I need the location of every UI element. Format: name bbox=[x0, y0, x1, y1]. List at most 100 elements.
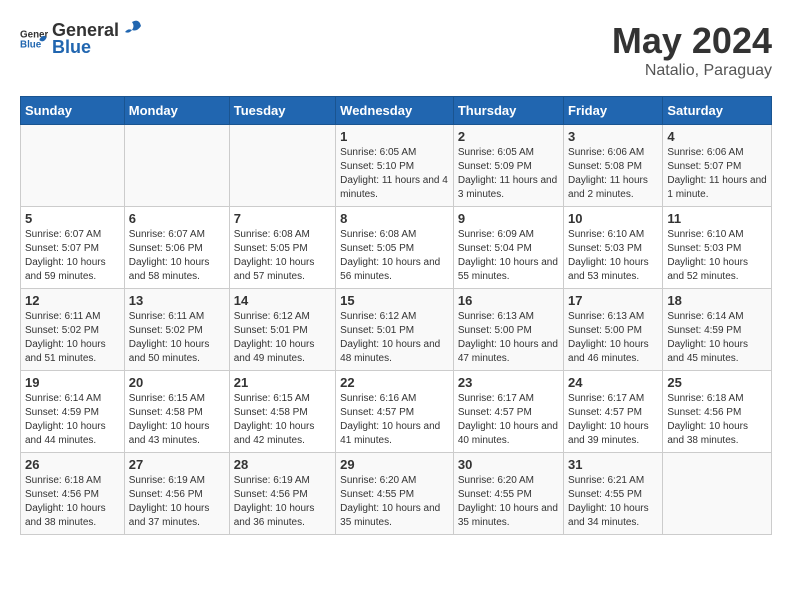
day-info: Sunrise: 6:07 AM Sunset: 5:07 PM Dayligh… bbox=[25, 228, 120, 284]
week-row-3: 12 Sunrise: 6:11 AM Sunset: 5:02 PM Dayli… bbox=[21, 289, 772, 371]
calendar-cell: 24Sunrise: 6:17 AM Sunset: 4:57 PM Dayli… bbox=[564, 371, 663, 453]
calendar-cell: 16 Sunrise: 6:13 AM Sunset: 5:00 PM Dayli… bbox=[453, 289, 563, 371]
day-info: Sunrise: 6:21 AM Sunset: 4:55 PM Dayligh… bbox=[568, 474, 658, 530]
day-number: 23 bbox=[458, 375, 559, 390]
day-number: 29 bbox=[340, 457, 449, 472]
day-info: Sunrise: 6:19 AM Sunset: 4:56 PM Dayligh… bbox=[129, 474, 225, 530]
day-info: Sunrise: 6:17 AM Sunset: 4:57 PM Dayligh… bbox=[568, 392, 658, 448]
day-info: Sunrise: 6:06 AM Sunset: 5:08 PM Dayligh… bbox=[568, 146, 658, 202]
calendar-cell: 29 Sunrise: 6:20 AM Sunset: 4:55 PM Dayli… bbox=[336, 453, 454, 535]
day-number: 17 bbox=[568, 293, 658, 308]
calendar-cell bbox=[663, 453, 772, 535]
calendar-cell: 4 Sunrise: 6:06 AM Sunset: 5:07 PM Daylig… bbox=[663, 125, 772, 207]
day-info: Sunrise: 6:20 AM Sunset: 4:55 PM Dayligh… bbox=[340, 474, 449, 530]
day-info: Sunrise: 6:10 AM Sunset: 5:03 PM Dayligh… bbox=[568, 228, 658, 284]
calendar-cell: 19 Sunrise: 6:14 AM Sunset: 4:59 PM Dayli… bbox=[21, 371, 125, 453]
day-number: 12 bbox=[25, 293, 120, 308]
day-info: Sunrise: 6:09 AM Sunset: 5:04 PM Dayligh… bbox=[458, 228, 559, 284]
day-number: 8 bbox=[340, 211, 449, 226]
calendar-cell: 14Sunrise: 6:12 AM Sunset: 5:01 PM Dayli… bbox=[229, 289, 335, 371]
day-info: Sunrise: 6:05 AM Sunset: 5:10 PM Dayligh… bbox=[340, 146, 449, 202]
calendar-cell: 13Sunrise: 6:11 AM Sunset: 5:02 PM Dayli… bbox=[124, 289, 229, 371]
day-info: Sunrise: 6:13 AM Sunset: 5:00 PM Dayligh… bbox=[568, 310, 658, 366]
day-header-saturday: Saturday bbox=[663, 97, 772, 125]
calendar-cell: 31 Sunrise: 6:21 AM Sunset: 4:55 PM Dayli… bbox=[564, 453, 663, 535]
calendar-cell: 11 Sunrise: 6:10 AM Sunset: 5:03 PM Dayli… bbox=[663, 207, 772, 289]
calendar-table: SundayMondayTuesdayWednesdayThursdayFrid… bbox=[20, 96, 772, 535]
svg-text:Blue: Blue bbox=[20, 39, 42, 50]
day-info: Sunrise: 6:18 AM Sunset: 4:56 PM Dayligh… bbox=[25, 474, 120, 530]
day-number: 11 bbox=[667, 211, 767, 226]
day-number: 28 bbox=[234, 457, 331, 472]
day-info: Sunrise: 6:12 AM Sunset: 5:01 PM Dayligh… bbox=[340, 310, 449, 366]
day-header-monday: Monday bbox=[124, 97, 229, 125]
day-number: 26 bbox=[25, 457, 120, 472]
day-info: Sunrise: 6:17 AM Sunset: 4:57 PM Dayligh… bbox=[458, 392, 559, 448]
day-number: 19 bbox=[25, 375, 120, 390]
day-number: 20 bbox=[129, 375, 225, 390]
day-number: 16 bbox=[458, 293, 559, 308]
calendar-cell: 1 Sunrise: 6:05 AM Sunset: 5:10 PM Daylig… bbox=[336, 125, 454, 207]
week-row-1: 1 Sunrise: 6:05 AM Sunset: 5:10 PM Daylig… bbox=[21, 125, 772, 207]
day-number: 31 bbox=[568, 457, 658, 472]
day-number: 18 bbox=[667, 293, 767, 308]
day-number: 30 bbox=[458, 457, 559, 472]
calendar-cell: 6 Sunrise: 6:07 AM Sunset: 5:06 PM Daylig… bbox=[124, 207, 229, 289]
day-number: 7 bbox=[234, 211, 331, 226]
day-info: Sunrise: 6:15 AM Sunset: 4:58 PM Dayligh… bbox=[234, 392, 331, 448]
day-number: 3 bbox=[568, 129, 658, 144]
day-info: Sunrise: 6:19 AM Sunset: 4:56 PM Dayligh… bbox=[234, 474, 331, 530]
calendar-cell: 2 Sunrise: 6:05 AM Sunset: 5:09 PM Daylig… bbox=[453, 125, 563, 207]
week-row-4: 19 Sunrise: 6:14 AM Sunset: 4:59 PM Dayli… bbox=[21, 371, 772, 453]
calendar-cell: 30 Sunrise: 6:20 AM Sunset: 4:55 PM Dayli… bbox=[453, 453, 563, 535]
day-info: Sunrise: 6:14 AM Sunset: 4:59 PM Dayligh… bbox=[667, 310, 767, 366]
day-info: Sunrise: 6:10 AM Sunset: 5:03 PM Dayligh… bbox=[667, 228, 767, 284]
day-info: Sunrise: 6:06 AM Sunset: 5:07 PM Dayligh… bbox=[667, 146, 767, 202]
day-info: Sunrise: 6:20 AM Sunset: 4:55 PM Dayligh… bbox=[458, 474, 559, 530]
day-info: Sunrise: 6:11 AM Sunset: 5:02 PM Dayligh… bbox=[25, 310, 120, 366]
calendar-cell: 26 Sunrise: 6:18 AM Sunset: 4:56 PM Dayli… bbox=[21, 453, 125, 535]
subtitle: Natalio, Paraguay bbox=[612, 62, 772, 80]
calendar-cell bbox=[21, 125, 125, 207]
day-number: 2 bbox=[458, 129, 559, 144]
day-number: 4 bbox=[667, 129, 767, 144]
day-header-sunday: Sunday bbox=[21, 97, 125, 125]
calendar-cell: 23 Sunrise: 6:17 AM Sunset: 4:57 PM Dayli… bbox=[453, 371, 563, 453]
day-number: 21 bbox=[234, 375, 331, 390]
calendar-cell: 8Sunrise: 6:08 AM Sunset: 5:05 PM Daylig… bbox=[336, 207, 454, 289]
day-info: Sunrise: 6:07 AM Sunset: 5:06 PM Dayligh… bbox=[129, 228, 225, 284]
day-info: Sunrise: 6:15 AM Sunset: 4:58 PM Dayligh… bbox=[129, 392, 225, 448]
day-info: Sunrise: 6:13 AM Sunset: 5:00 PM Dayligh… bbox=[458, 310, 559, 366]
day-header-thursday: Thursday bbox=[453, 97, 563, 125]
calendar-cell: 22 Sunrise: 6:16 AM Sunset: 4:57 PM Dayli… bbox=[336, 371, 454, 453]
calendar-cell: 18 Sunrise: 6:14 AM Sunset: 4:59 PM Dayli… bbox=[663, 289, 772, 371]
day-header-wednesday: Wednesday bbox=[336, 97, 454, 125]
day-number: 1 bbox=[340, 129, 449, 144]
day-number: 22 bbox=[340, 375, 449, 390]
day-number: 10 bbox=[568, 211, 658, 226]
day-info: Sunrise: 6:05 AM Sunset: 5:09 PM Dayligh… bbox=[458, 146, 559, 202]
day-header-friday: Friday bbox=[564, 97, 663, 125]
calendar-cell: 17 Sunrise: 6:13 AM Sunset: 5:00 PM Dayli… bbox=[564, 289, 663, 371]
calendar-cell: 28 Sunrise: 6:19 AM Sunset: 4:56 PM Dayli… bbox=[229, 453, 335, 535]
week-row-5: 26 Sunrise: 6:18 AM Sunset: 4:56 PM Dayli… bbox=[21, 453, 772, 535]
day-number: 27 bbox=[129, 457, 225, 472]
calendar-cell: 21 Sunrise: 6:15 AM Sunset: 4:58 PM Dayli… bbox=[229, 371, 335, 453]
day-number: 14 bbox=[234, 293, 331, 308]
logo: General Blue General Blue bbox=[20, 20, 143, 58]
calendar-cell: 25Sunrise: 6:18 AM Sunset: 4:56 PM Dayli… bbox=[663, 371, 772, 453]
calendar-cell: 5Sunrise: 6:07 AM Sunset: 5:07 PM Daylig… bbox=[21, 207, 125, 289]
calendar-cell: 10 Sunrise: 6:10 AM Sunset: 5:03 PM Dayli… bbox=[564, 207, 663, 289]
day-number: 6 bbox=[129, 211, 225, 226]
main-title: May 2024 bbox=[612, 20, 772, 62]
week-row-2: 5Sunrise: 6:07 AM Sunset: 5:07 PM Daylig… bbox=[21, 207, 772, 289]
day-number: 25 bbox=[667, 375, 767, 390]
day-info: Sunrise: 6:14 AM Sunset: 4:59 PM Dayligh… bbox=[25, 392, 120, 448]
calendar-cell: 12 Sunrise: 6:11 AM Sunset: 5:02 PM Dayli… bbox=[21, 289, 125, 371]
header: General Blue General Blue May 2024 Natal… bbox=[20, 20, 772, 80]
day-info: Sunrise: 6:16 AM Sunset: 4:57 PM Dayligh… bbox=[340, 392, 449, 448]
title-area: May 2024 Natalio, Paraguay bbox=[612, 20, 772, 80]
calendar-cell: 27 Sunrise: 6:19 AM Sunset: 4:56 PM Dayli… bbox=[124, 453, 229, 535]
calendar-cell: 3 Sunrise: 6:06 AM Sunset: 5:08 PM Daylig… bbox=[564, 125, 663, 207]
calendar-cell bbox=[124, 125, 229, 207]
